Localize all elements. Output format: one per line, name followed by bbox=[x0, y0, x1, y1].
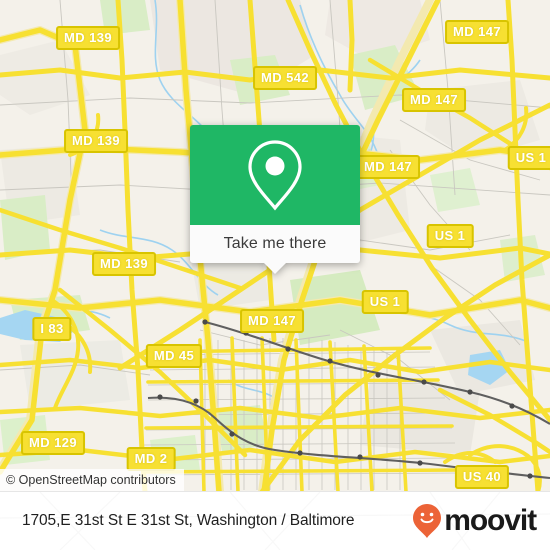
road-shield: MD 139 bbox=[92, 252, 156, 276]
road-shield: MD 147 bbox=[356, 155, 420, 179]
popup-pin-panel bbox=[190, 125, 360, 225]
moovit-logo[interactable]: moovit bbox=[412, 503, 537, 539]
osm-attribution: © OpenStreetMap contributors bbox=[0, 469, 184, 492]
road-shield: US 1 bbox=[426, 224, 474, 248]
popup-pointer-tail bbox=[264, 263, 286, 274]
road-shield: MD 129 bbox=[21, 431, 85, 455]
road-shield: MD 147 bbox=[402, 88, 466, 112]
bottom-info-bar: 1705,E 31st St E 31st St, Washington / B… bbox=[0, 491, 550, 550]
destination-popup-card[interactable]: Take me there bbox=[190, 125, 360, 274]
road-shield: MD 147 bbox=[445, 20, 509, 44]
moovit-wordmark: moovit bbox=[444, 504, 537, 537]
road-shield: MD 2 bbox=[126, 447, 176, 471]
road-shield: I 83 bbox=[32, 317, 72, 341]
road-shield: MD 542 bbox=[253, 66, 317, 90]
road-shield: MD 139 bbox=[64, 129, 128, 153]
road-shield: US 1 bbox=[361, 290, 409, 314]
take-me-there-label: Take me there bbox=[223, 235, 327, 252]
road-shield: MD 139 bbox=[56, 26, 120, 50]
road-shield: MD 45 bbox=[145, 344, 203, 368]
road-shield: US 40 bbox=[454, 465, 510, 489]
map-canvas[interactable]: .rd { stroke:#f7e032; fill:none; stroke-… bbox=[0, 0, 550, 492]
moovit-pin-smiley-icon bbox=[413, 504, 442, 538]
address-label: 1705,E 31st St E 31st St, Washington / B… bbox=[22, 512, 355, 529]
map-pin-icon bbox=[248, 140, 302, 211]
popup-action-panel[interactable]: Take me there bbox=[190, 225, 360, 274]
map-screen: .rd { stroke:#f7e032; fill:none; stroke-… bbox=[0, 0, 550, 550]
road-shield: MD 147 bbox=[240, 309, 304, 333]
road-shield: US 1 bbox=[507, 146, 550, 170]
